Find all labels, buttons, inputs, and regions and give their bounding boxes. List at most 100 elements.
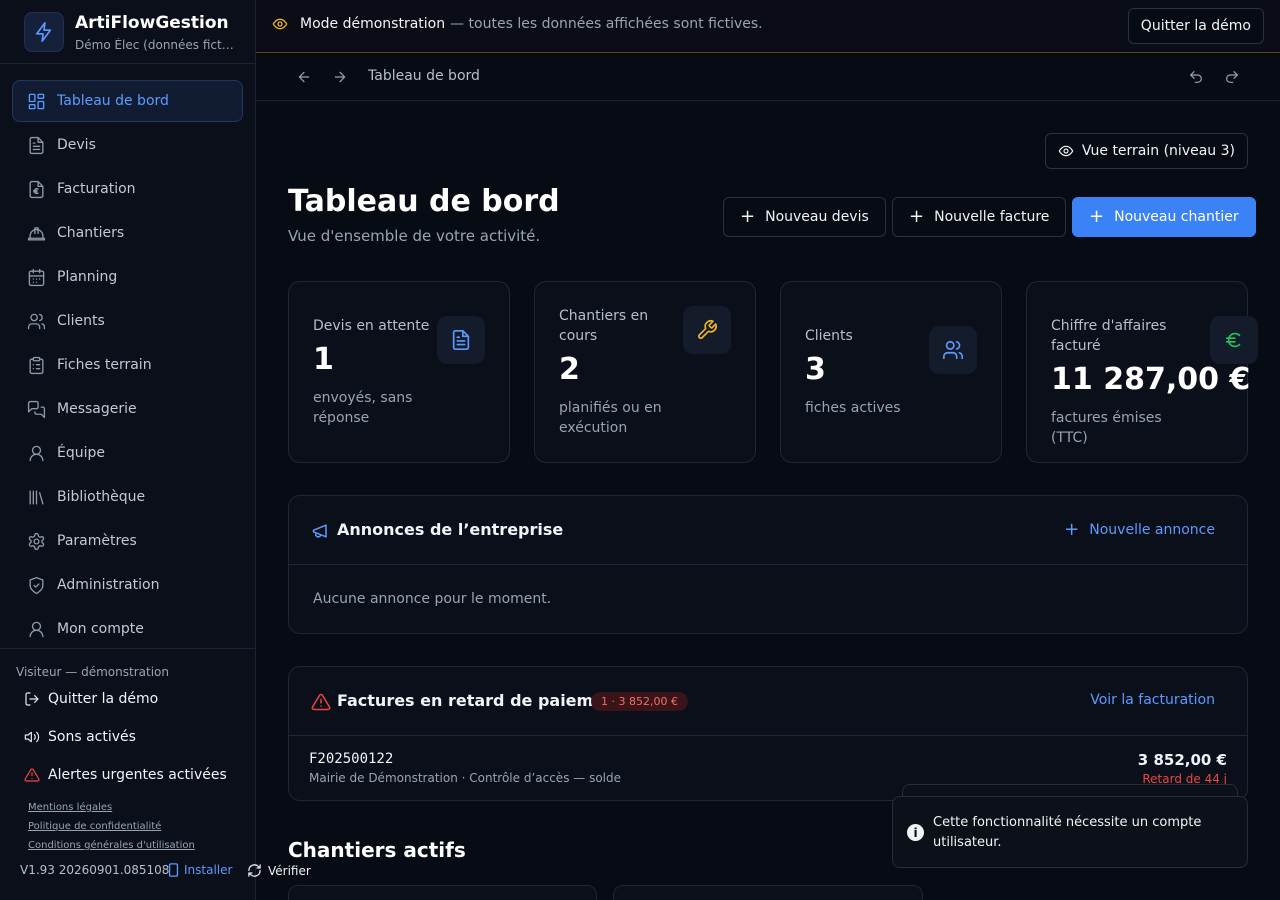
euro-icon	[1210, 316, 1258, 364]
undo-icon[interactable]	[1188, 69, 1204, 85]
sidebar-item-mon-compte[interactable]: Mon compte	[12, 608, 243, 650]
overdue-invoices-panel: Factures en retard de paiement 1 · 3 852…	[288, 666, 1248, 801]
urgent-alerts-label: Alertes urgentes activées	[48, 767, 227, 783]
breadcrumb: Tableau de bord	[368, 68, 480, 84]
new-quote-button[interactable]: + Nouveau devis	[723, 197, 886, 237]
sidebar: ArtiFlowGestion Démo Élec (données ficti…	[0, 0, 311, 900]
megaphone-icon	[312, 524, 327, 538]
sidebar-item-label: Tableau de bord	[57, 93, 169, 109]
visitor-label: Visiteur — démonstration	[16, 665, 169, 679]
page-subtitle: Vue d'ensemble de votre activité.	[288, 227, 541, 245]
sidebar-item-label: Fiches terrain	[57, 357, 152, 373]
alert-triangle-icon	[311, 693, 331, 711]
sidebar-item-chantiers[interactable]: Chantiers	[12, 212, 243, 254]
invoice-amount: 3 852,00 €	[1137, 751, 1227, 769]
shield-check-icon	[26, 575, 46, 595]
plus-icon: +	[1064, 519, 1080, 540]
stat-card-clients[interactable]: Clients 3 fiches actives	[780, 281, 1002, 463]
stat-description: fiches actives	[805, 400, 901, 416]
site-card[interactable]	[613, 885, 923, 900]
invoice-detail: Mairie de Démonstration · Contrôle d’acc…	[309, 771, 621, 785]
sidebar-item-facturation[interactable]: Facturation	[12, 168, 243, 210]
sounds-toggle[interactable]: Sons activés	[24, 729, 136, 745]
toast-notification[interactable]: i Cette fonctionnalité nécessite un comp…	[892, 796, 1248, 868]
announcements-empty: Aucune annonce pour le moment.	[313, 591, 552, 607]
stat-label: Chantiers en cours	[559, 308, 649, 344]
volume-icon	[24, 731, 40, 743]
breadcrumb-bar: Tableau de bord	[256, 53, 1280, 101]
sidebar-item-tableau-de-bord[interactable]: Tableau de bord	[12, 80, 243, 122]
arrow-left-icon[interactable]	[296, 69, 312, 85]
urgent-alerts-toggle[interactable]: Alertes urgentes activées	[24, 767, 227, 783]
sidebar-item-messagerie[interactable]: Messagerie	[12, 388, 243, 430]
calendar-icon	[26, 267, 46, 287]
overdue-title: Factures en retard de paiement	[337, 691, 624, 710]
view-billing-link[interactable]: Voir la facturation	[1090, 692, 1215, 708]
sidebar-item-parametres[interactable]: Paramètres	[12, 520, 243, 562]
stat-label: Clients	[805, 328, 853, 344]
main-content: Vue terrain (niveau 3) Tableau de bord V…	[256, 101, 1280, 900]
sidebar-item-label: Équipe	[57, 445, 105, 461]
site-card[interactable]	[288, 885, 597, 900]
announcements-header: Annonces de l’entreprise + Nouvelle anno…	[289, 496, 1247, 565]
overdue-badge: 1 · 3 852,00 €	[591, 692, 688, 711]
stat-card-pending-quotes[interactable]: Devis en attente 1 envoyés, sans réponse	[288, 281, 510, 463]
sidebar-item-fiches-terrain[interactable]: Fiches terrain	[12, 344, 243, 386]
sidebar-item-administration[interactable]: Administration	[12, 564, 243, 606]
field-view-button[interactable]: Vue terrain (niveau 3)	[1044, 133, 1248, 169]
demo-mode-title: Mode démonstration	[300, 16, 446, 32]
quit-demo-label: Quitter la démo	[48, 691, 159, 707]
brand-name: ArtiFlowGestion	[75, 13, 229, 33]
sidebar-item-label: Mon compte	[57, 621, 144, 637]
legal-notice-link[interactable]: Mentions légales	[28, 802, 112, 813]
dashboard-icon	[26, 91, 46, 111]
stat-description: envoyés, sans réponse	[313, 390, 413, 426]
terms-link[interactable]: Conditions générales d'utilisation	[28, 840, 195, 851]
sidebar-item-label: Clients	[57, 313, 105, 329]
stat-description: planifiés ou en exécution	[559, 400, 662, 436]
quit-demo-button[interactable]: Quitter la démo	[24, 691, 158, 707]
sidebar-item-devis[interactable]: Devis	[12, 124, 243, 166]
eye-icon	[1058, 145, 1074, 157]
new-announcement-button[interactable]: + Nouvelle annonce	[1064, 521, 1215, 539]
stat-value: 1	[313, 342, 334, 377]
lightning-logo-icon	[24, 12, 64, 52]
stat-description: factures émises (TTC)	[1051, 410, 1162, 446]
demo-mode-text: — toutes les données affichées sont fict…	[450, 16, 763, 32]
new-invoice-button[interactable]: + Nouvelle facture	[892, 197, 1067, 237]
smartphone-icon	[168, 863, 179, 877]
quit-demo-top-button[interactable]: Quitter la démo	[1127, 8, 1264, 44]
file-text-icon	[26, 135, 46, 155]
sidebar-item-clients[interactable]: Clients	[12, 300, 243, 342]
sidebar-item-label: Chantiers	[57, 225, 125, 241]
privacy-policy-link[interactable]: Politique de confidentialité	[28, 821, 161, 832]
stat-label: Chiffre d'affaires facturé	[1051, 318, 1167, 354]
page-title: Tableau de bord	[288, 184, 560, 219]
log-out-icon	[25, 692, 39, 706]
field-view-label: Vue terrain (niveau 3)	[1081, 143, 1235, 159]
sidebar-item-equipe[interactable]: Équipe	[12, 432, 243, 474]
sidebar-item-label: Paramètres	[57, 533, 137, 549]
user-icon	[26, 619, 46, 639]
sidebar-item-label: Bibliothèque	[57, 489, 146, 505]
users-icon	[26, 311, 46, 331]
new-site-button[interactable]: + Nouveau chantier	[1072, 197, 1256, 237]
stat-card-revenue[interactable]: Chiffre d'affaires facturé 11 287,00 € f…	[1026, 281, 1258, 463]
plus-icon: +	[1089, 206, 1105, 227]
install-label: Installer	[184, 863, 233, 877]
stat-label: Devis en attente	[313, 318, 430, 334]
redo-icon[interactable]	[1224, 69, 1240, 85]
announcements-panel: Annonces de l’entreprise + Nouvelle anno…	[288, 495, 1248, 634]
brand: ArtiFlowGestion Démo Élec (données ficti…	[0, 0, 255, 64]
euro-file-icon	[26, 179, 46, 199]
hard-hat-icon	[26, 223, 46, 243]
arrow-right-icon[interactable]	[332, 69, 348, 85]
library-icon	[26, 487, 46, 507]
stat-card-active-sites[interactable]: Chantiers en cours 2 planifiés ou en exé…	[534, 281, 756, 463]
sidebar-item-bibliotheque[interactable]: Bibliothèque	[12, 476, 243, 518]
sidebar-item-planning[interactable]: Planning	[12, 256, 243, 298]
plus-icon: +	[740, 206, 756, 227]
announcements-title: Annonces de l’entreprise	[337, 520, 564, 539]
eye-icon	[272, 18, 288, 30]
install-button[interactable]: Installer	[168, 863, 232, 877]
